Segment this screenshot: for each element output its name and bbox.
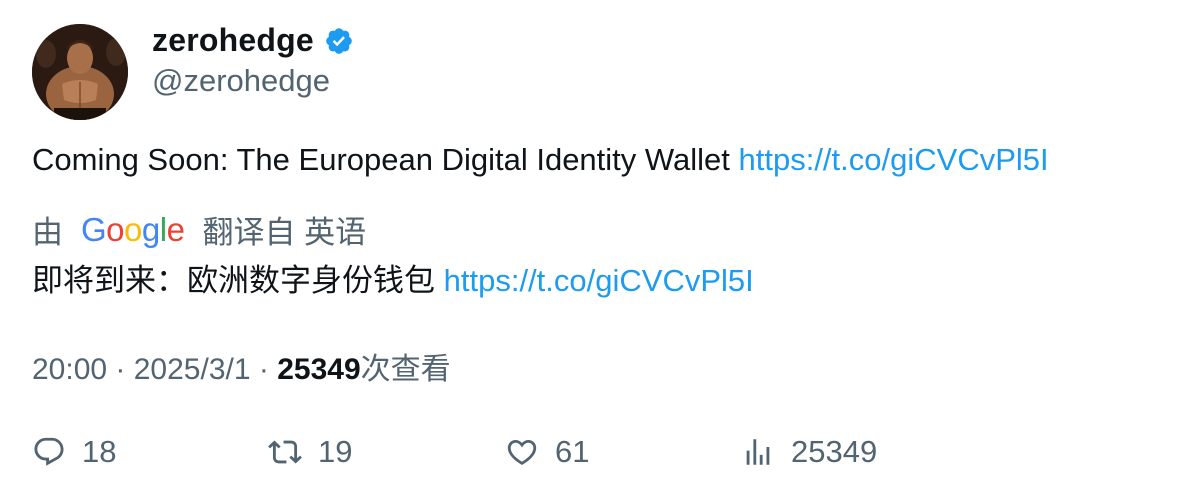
meta-separator: ·: [250, 353, 278, 386]
reply-icon: [34, 437, 64, 466]
retweet-icon: [268, 440, 302, 464]
views-count: 25349: [277, 353, 361, 386]
translated-body: 即将到来：欧洲数字身份钱包: [32, 263, 444, 298]
translated-tweet-text: 即将到来：欧洲数字身份钱包 https://t.co/giCVCvPl5I: [32, 255, 754, 300]
translation-attribution: 由 Google 翻译自 英语: [32, 207, 366, 252]
retweet-count: 19: [318, 434, 353, 469]
like-button[interactable]: 61: [505, 432, 589, 472]
tweet-date[interactable]: 2025/3/1: [134, 353, 251, 386]
views-label: 次查看: [360, 353, 451, 386]
tweet-time[interactable]: 20:00: [32, 353, 107, 386]
views-button[interactable]: 25349: [741, 432, 877, 472]
verified-badge-icon: [324, 26, 354, 56]
avatar-image: [32, 24, 128, 120]
avatar[interactable]: [32, 24, 128, 120]
views-action-count: 25349: [791, 434, 878, 469]
google-logo: Google: [81, 210, 185, 248]
user-handle[interactable]: @zerohedge: [152, 63, 330, 99]
display-name-text: zerohedge: [152, 22, 314, 58]
display-name[interactable]: zerohedge: [152, 22, 354, 59]
translation-suffix: 翻译自 英语: [202, 215, 367, 250]
tweet-body: Coming Soon: The European Digital Identi…: [32, 142, 739, 177]
tweet-link[interactable]: https://t.co/giCVCvPl5I: [739, 142, 1049, 177]
tweet-meta: 20:00 · 2025/3/1 · 25349次查看: [32, 344, 451, 388]
tweet-text: Coming Soon: The European Digital Identi…: [32, 142, 1049, 178]
meta-separator: ·: [107, 353, 134, 386]
translated-link[interactable]: https://t.co/giCVCvPl5I: [444, 263, 754, 298]
heart-icon: [507, 439, 537, 465]
analytics-icon: [746, 439, 770, 465]
translation-prefix: 由: [32, 215, 63, 250]
retweet-button[interactable]: 19: [268, 432, 352, 472]
reply-count: 18: [82, 434, 117, 469]
reply-button[interactable]: 18: [32, 432, 116, 472]
like-count: 61: [555, 434, 590, 469]
